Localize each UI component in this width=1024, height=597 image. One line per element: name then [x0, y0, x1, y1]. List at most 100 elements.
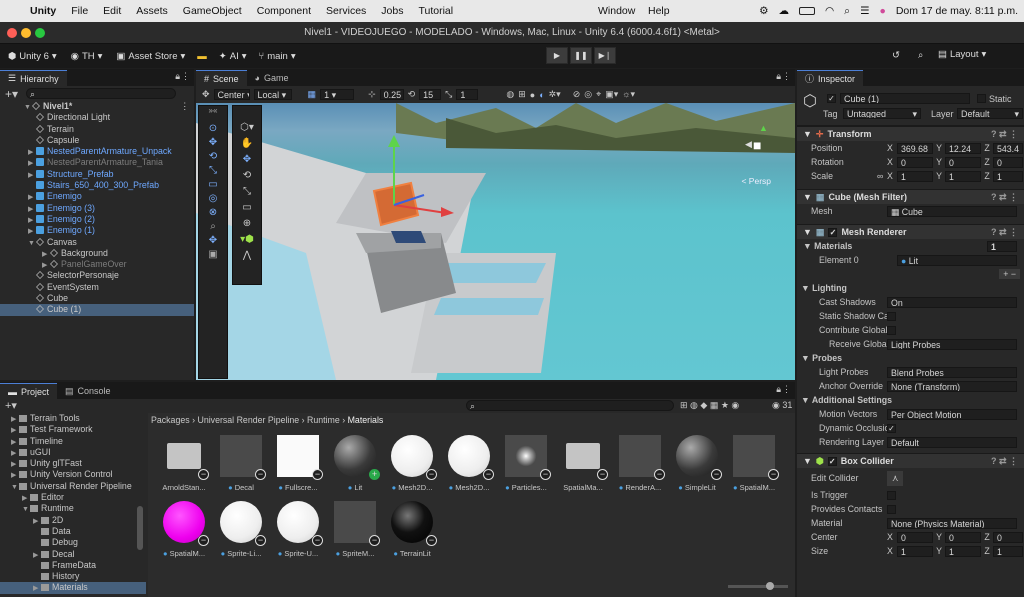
transform-tool-icon[interactable]: ⊕ [243, 218, 251, 229]
gizmo-y-arrow[interactable] [388, 135, 400, 147]
project-tree-item[interactable]: ▶ Decal [0, 549, 146, 560]
project-tree-item[interactable]: History [0, 571, 146, 582]
anchor-field[interactable]: None (Transform) [887, 380, 1017, 392]
static-checkbox[interactable] [977, 94, 986, 103]
contribute-gi-checkbox[interactable] [887, 325, 896, 335]
static-shadow-checkbox[interactable] [887, 311, 896, 321]
project-tree-item[interactable]: Debug [0, 537, 146, 548]
shape-tool-icon[interactable]: ⋀ [243, 250, 251, 261]
size-z-input[interactable]: 1 [993, 545, 1023, 557]
grid-size-dropdown[interactable]: 1 ▾ [320, 89, 355, 100]
visibility-icon[interactable]: ◎ [584, 89, 592, 100]
rot-y-input[interactable]: 0 [945, 156, 981, 168]
hierarchy-item[interactable]: Terrain [0, 124, 194, 135]
rotate-snap-icon[interactable]: ⟲ [408, 89, 416, 100]
filter-icons[interactable]: ⊞ ◍ ◆ ▦ ★ ◉ [680, 400, 739, 411]
mesh-field[interactable]: ▦ Cube [887, 205, 1017, 217]
history-icon[interactable]: ↺ [892, 50, 900, 61]
mesh-filter-header[interactable]: ▼ ▦ Cube (Mesh Filter)? ⇄ ⋮ [797, 189, 1024, 204]
unity-account-button[interactable]: ⬢ Unity 6 ▾ [8, 51, 57, 62]
scale-tool-icon[interactable]: ⤡ [209, 165, 217, 176]
asset-item[interactable]: − ● Particles... [500, 435, 552, 492]
menu-window[interactable]: Window [598, 5, 635, 17]
step-button[interactable]: ▶❘ [594, 47, 616, 64]
tag-dropdown[interactable]: Untagged ▾ [843, 108, 921, 119]
project-tree-item[interactable]: FrameData [0, 560, 146, 571]
asset-item[interactable]: − ● Mesh2D... [386, 435, 438, 492]
contacts-checkbox[interactable] [887, 504, 896, 514]
battery-icon[interactable] [799, 7, 815, 15]
play-button[interactable]: ▶ [546, 47, 568, 64]
asset-item[interactable]: − ArnoldStan... [158, 435, 210, 492]
snap-move-input[interactable]: 0.25 [379, 89, 404, 100]
tab-hierarchy[interactable]: ☰ Hierarchy [0, 70, 67, 86]
rotate-tool-icon[interactable]: ⟲ [209, 151, 217, 162]
menu-jobs[interactable]: Jobs [381, 5, 403, 17]
pivot-tool-icon[interactable]: ✥ [209, 235, 217, 246]
pos-x-input[interactable]: 369.68 [897, 142, 933, 154]
hierarchy-item[interactable]: ▶ NestedParentArmature_Unpack [0, 146, 194, 157]
light-probes-dropdown[interactable]: Blend Probes [887, 366, 1017, 378]
zoom-slider-thumb[interactable] [766, 582, 774, 590]
scale-x-input[interactable]: 1 [897, 170, 933, 182]
lock-icon[interactable]: 🔒︎ [175, 71, 180, 82]
asset-item[interactable]: − SpatialMa... [557, 435, 609, 492]
status-icon[interactable]: ⚙ [759, 5, 768, 17]
hierarchy-item[interactable]: ▶ Enemigo (3) [0, 203, 194, 214]
menu-assets[interactable]: Assets [136, 5, 168, 17]
component-menu-icon[interactable]: ? ⇄ ⋮ [991, 227, 1018, 238]
hierarchy-item[interactable]: ▶ PanelGameOver [0, 259, 194, 270]
ai-button[interactable]: ✦ AI ▾ [219, 51, 247, 62]
hierarchy-item[interactable]: Cube (1) [0, 304, 194, 316]
component-menu-icon[interactable]: ? ⇄ ⋮ [991, 456, 1018, 467]
zoom-slider[interactable] [728, 582, 788, 590]
expand-arrow-icon[interactable]: ▼ [28, 238, 36, 249]
hierarchy-item[interactable]: Capsule [0, 135, 194, 146]
add-icon[interactable]: +▾ [5, 399, 17, 412]
element-field[interactable]: ● Lit [897, 254, 1017, 266]
probes-header[interactable]: ▼ Probes [797, 351, 1024, 365]
mesh-renderer-header[interactable]: ▼ ▦ ✓ Mesh Renderer? ⇄ ⋮ [797, 224, 1024, 239]
space-dropdown[interactable]: Local ▾ [253, 89, 292, 100]
search-icon[interactable]: ⌕ [918, 50, 923, 61]
more-icon[interactable]: ⋮ [782, 384, 791, 395]
hierarchy-item[interactable]: ▶ Enemigo (2) [0, 214, 194, 225]
menu-gameobject[interactable]: GameObject [183, 5, 242, 17]
snap-rotate-input[interactable]: 15 [419, 89, 442, 100]
asset-item[interactable]: − ● Fullscre... [272, 435, 324, 492]
search-icon[interactable]: ⌕ [844, 5, 850, 18]
hidden-objects-icon[interactable]: ⊘ [573, 89, 581, 100]
lighting-icon[interactable]: ● [530, 90, 535, 100]
gizmo-y-icon[interactable]: ▲ [759, 123, 768, 133]
materials-row[interactable]: ▼ Materials 1 [797, 239, 1024, 253]
project-tree-item[interactable]: ▶ 2D [0, 515, 146, 526]
hierarchy-item[interactable]: Stairs_650_400_300_Prefab [0, 180, 194, 191]
hierarchy-item[interactable]: ▶ Structure_Prefab [0, 169, 194, 180]
cloud-icon[interactable]: ☁ [779, 5, 790, 17]
additional-header[interactable]: ▼ Additional Settings [797, 393, 1024, 407]
expand-arrow-icon[interactable]: ▼ [22, 504, 30, 515]
more-icon[interactable]: ⋮ [180, 101, 189, 112]
add-icon[interactable]: + − [999, 269, 1020, 279]
layout-dropdown[interactable]: ▤ Layout ▾ [938, 49, 986, 60]
rot-x-input[interactable]: 0 [897, 156, 933, 168]
rect-tool-icon[interactable]: ▭ [242, 202, 251, 213]
size-y-input[interactable]: 1 [945, 545, 981, 557]
expand-arrow-icon[interactable]: ▶ [33, 583, 41, 594]
effects-icon[interactable]: ✲▾ [549, 89, 561, 100]
grid-toggle-icon[interactable]: ▦ [308, 89, 317, 100]
account-button[interactable]: ◉ TH ▾ [71, 51, 103, 62]
hierarchy-item[interactable]: SelectorPersonaje [0, 270, 194, 281]
edit-collider-button[interactable]: ⋏ [887, 470, 904, 486]
gizmos-dropdown-icon[interactable]: ☼▾ [622, 89, 635, 100]
asset-item[interactable]: − ● Sprite-U... [272, 501, 324, 558]
transform-tool-icon[interactable]: ◎ [209, 193, 218, 204]
project-tree-item[interactable]: ▶ Unity glTFast [0, 458, 146, 469]
scale-snap-icon[interactable]: ⤡ [445, 89, 452, 100]
pivot-dropdown[interactable]: Center ▾ [213, 89, 250, 100]
menu-help[interactable]: Help [648, 5, 670, 17]
project-tree-item[interactable]: ▼ Universal Render Pipeline [0, 481, 146, 492]
center-z-input[interactable]: 0 [993, 531, 1023, 543]
project-tree-item[interactable]: ▶ Test Framework [0, 424, 146, 435]
cube-icon[interactable]: ⬡▾ [240, 122, 254, 133]
